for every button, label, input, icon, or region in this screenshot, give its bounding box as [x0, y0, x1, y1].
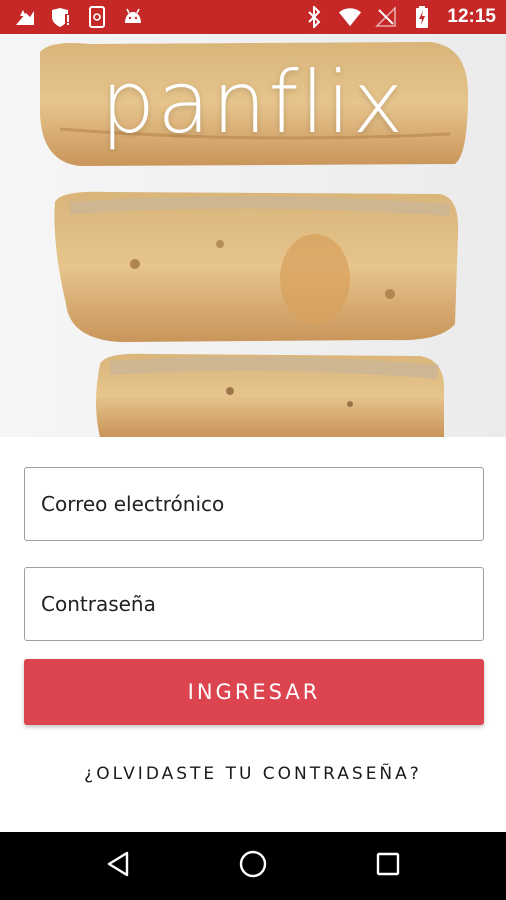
clock: 12:15 — [447, 6, 496, 27]
login-button-label: INGRESAR — [187, 680, 321, 704]
back-button[interactable] — [98, 846, 138, 886]
back-icon — [105, 850, 131, 882]
app-logo: panflix — [100, 53, 406, 153]
navigation-bar — [0, 832, 506, 900]
recents-button[interactable] — [368, 846, 408, 886]
recents-icon — [375, 851, 401, 881]
home-button[interactable] — [233, 846, 273, 886]
shield-alert-icon — [50, 6, 72, 28]
status-bar-notifications — [14, 6, 144, 28]
password-field[interactable] — [24, 567, 484, 641]
status-bar-system: 12:15 — [303, 6, 496, 28]
no-signal-icon — [375, 6, 397, 28]
android-icon — [122, 6, 144, 28]
email-field[interactable] — [24, 467, 484, 541]
home-icon — [238, 849, 268, 883]
login-button[interactable]: INGRESAR — [24, 659, 484, 725]
battery-charging-icon — [411, 6, 433, 28]
wifi-icon — [339, 6, 362, 28]
upload-notification-icon — [14, 6, 36, 28]
phone-sync-icon — [86, 6, 108, 28]
status-bar: 12:15 — [0, 0, 506, 34]
bluetooth-icon — [303, 6, 325, 28]
hero-image: panflix — [0, 34, 506, 437]
forgot-password-link[interactable]: ¿OLVIDASTE TU CONTRASEÑA? — [0, 764, 506, 784]
